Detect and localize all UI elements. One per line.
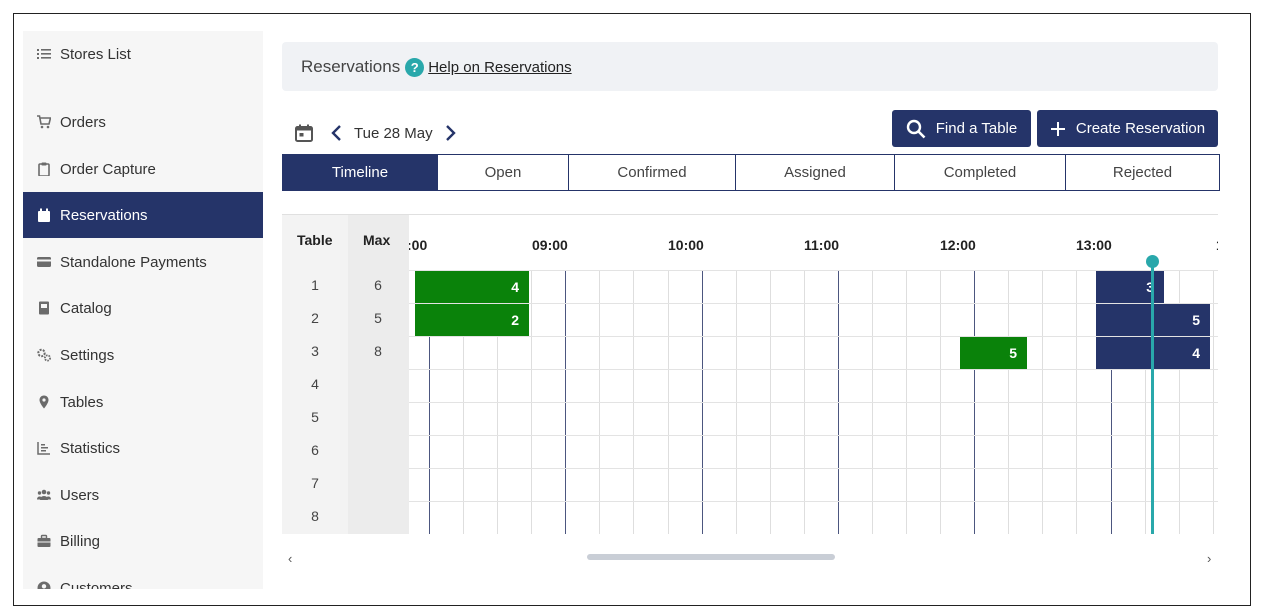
max-capacity-cell: 5 — [374, 310, 382, 326]
tab-timeline[interactable]: Timeline — [282, 154, 438, 191]
sidebar-item-catalog[interactable]: Catalog — [23, 285, 263, 331]
date-navigation: Tue 28 May — [294, 120, 459, 146]
table-number-cell: 8 — [311, 508, 319, 524]
row-divider — [282, 501, 1218, 502]
page-title: Reservations — [301, 56, 401, 76]
tab-confirmed[interactable]: Confirmed — [569, 154, 736, 191]
sidebar-item-stores-list[interactable]: Stores List — [23, 31, 263, 77]
scroll-left-arrow[interactable]: ‹ — [288, 551, 292, 566]
sidebar-item-label: Standalone Payments — [60, 253, 207, 271]
calendar-icon[interactable] — [294, 123, 314, 143]
time-label: :00 — [409, 237, 428, 253]
row-divider — [282, 270, 1218, 271]
book-icon — [37, 301, 51, 315]
row-divider — [282, 402, 1218, 403]
list-icon — [37, 47, 51, 61]
tab-assigned[interactable]: Assigned — [736, 154, 895, 191]
sidebar-item-label: Tables — [60, 393, 104, 411]
table-columns: Table Max 1 6 2 5 3 8 4 5 6 7 8 — [282, 215, 409, 534]
sidebar-item-label: Catalog — [60, 299, 112, 317]
sidebar-item-label: Stores List — [60, 45, 131, 63]
chevron-left-icon[interactable] — [328, 124, 346, 142]
sidebar-item-label: Customers — [60, 579, 133, 590]
page-header: Reservations ? Help on Reservations — [282, 42, 1218, 91]
briefcase-icon — [37, 534, 51, 548]
row-divider — [282, 336, 1218, 337]
sidebar-item-users[interactable]: Users — [23, 472, 263, 518]
sidebar-item-label: Settings — [60, 346, 115, 364]
max-column: Max — [348, 215, 409, 534]
time-label: 11:00 — [804, 237, 840, 253]
map-pin-icon — [37, 395, 51, 409]
table-number-cell: 5 — [311, 409, 319, 425]
time-label: 1 — [1216, 237, 1218, 253]
sidebar-item-standalone-payments[interactable]: Standalone Payments — [23, 239, 263, 285]
calendar-icon — [37, 208, 51, 222]
current-time-line — [1151, 262, 1154, 534]
sidebar-item-orders[interactable]: Orders — [23, 99, 263, 145]
scroll-right-arrow[interactable]: › — [1207, 551, 1211, 566]
max-capacity-cell: 8 — [374, 343, 382, 359]
gears-icon — [37, 348, 51, 362]
users-icon — [37, 488, 51, 502]
sidebar-item-billing[interactable]: Billing — [23, 518, 263, 564]
table-number-cell: 4 — [311, 376, 319, 392]
help-link[interactable]: Help on Reservations — [428, 59, 571, 76]
tab-rejected[interactable]: Rejected — [1066, 154, 1220, 191]
find-table-button[interactable]: Find a Table — [892, 110, 1031, 147]
sidebar: Stores List Orders Order Capture Reserva… — [23, 31, 263, 589]
current-date: Tue 28 May — [354, 124, 433, 142]
sidebar-item-label: Order Capture — [60, 160, 156, 178]
reservation-block[interactable]: 2 — [415, 304, 529, 336]
sidebar-item-label: Reservations — [60, 206, 148, 224]
sidebar-item-label: Users — [60, 486, 100, 504]
credit-card-icon — [37, 255, 51, 269]
sidebar-item-customers[interactable]: Customers — [23, 565, 263, 589]
reservation-block[interactable]: 4 — [415, 271, 529, 303]
row-divider — [282, 435, 1218, 436]
tab-open[interactable]: Open — [438, 154, 569, 191]
table-number-cell: 2 — [311, 310, 319, 326]
table-column-header: Table — [297, 232, 333, 248]
sidebar-item-order-capture[interactable]: Order Capture — [23, 146, 263, 192]
sidebar-item-label: Billing — [60, 532, 101, 550]
sidebar-item-label: Orders — [60, 113, 106, 131]
table-number-cell: 1 — [311, 277, 319, 293]
table-number-cell: 7 — [311, 475, 319, 491]
reservation-block[interactable]: 5 — [960, 337, 1027, 369]
table-number-cell: 3 — [311, 343, 319, 359]
chart-icon — [37, 441, 51, 455]
horizontal-scrollbar[interactable] — [587, 554, 835, 560]
search-icon — [906, 119, 926, 138]
row-divider — [282, 369, 1218, 370]
cart-icon — [37, 115, 51, 129]
row-divider — [282, 468, 1218, 469]
sidebar-item-tables[interactable]: Tables — [23, 379, 263, 425]
help-icon[interactable]: ? — [405, 58, 425, 77]
max-column-header: Max — [363, 232, 391, 248]
tab-completed[interactable]: Completed — [895, 154, 1066, 191]
time-label: 12:00 — [940, 237, 976, 253]
sidebar-item-settings[interactable]: Settings — [23, 332, 263, 378]
status-tabs: Timeline Open Confirmed Assigned Complet… — [282, 154, 1220, 191]
create-reservation-label: Create Reservation — [1075, 120, 1206, 137]
user-circle-icon — [37, 581, 51, 589]
chevron-right-icon[interactable] — [441, 124, 459, 142]
sidebar-item-statistics[interactable]: Statistics — [23, 425, 263, 471]
clipboard-icon — [37, 162, 51, 176]
row-divider — [282, 303, 1218, 304]
reservation-timeline: Table Max 1 6 2 5 3 8 4 5 6 7 8 :00 09:00 10:00 11:00… — [282, 214, 1218, 534]
time-label: 13:00 — [1076, 237, 1112, 253]
table-number-cell: 6 — [311, 442, 319, 458]
time-label: 10:00 — [668, 237, 704, 253]
create-reservation-button[interactable]: Create Reservation — [1037, 110, 1218, 147]
find-table-label: Find a Table — [935, 120, 1018, 137]
max-capacity-cell: 6 — [374, 277, 382, 293]
sidebar-item-reservations[interactable]: Reservations — [23, 192, 263, 238]
app-frame: Stores List Orders Order Capture Reserva… — [13, 13, 1251, 606]
sidebar-item-label: Statistics — [60, 439, 121, 457]
timeline-grid[interactable]: :0009:0010:0011:0012:0013:001425354 — [409, 215, 1218, 534]
plus-icon — [1050, 121, 1065, 136]
time-label: 09:00 — [532, 237, 568, 253]
